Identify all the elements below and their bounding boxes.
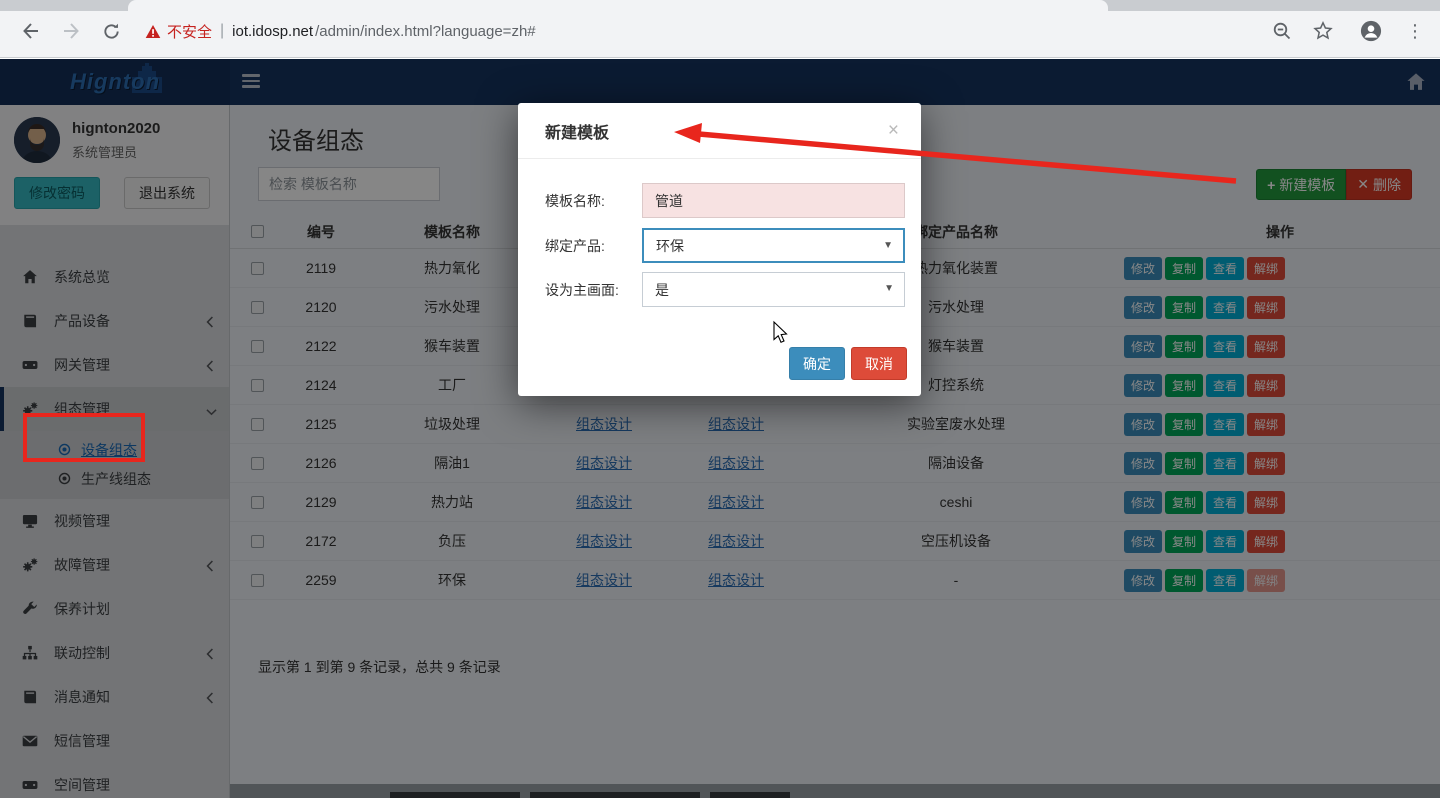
template-name-input[interactable] bbox=[642, 183, 905, 218]
caret-down-icon: ▼ bbox=[883, 240, 893, 251]
cancel-button[interactable]: 取消 bbox=[851, 347, 907, 380]
url-path: /admin/index.html?language=zh# bbox=[315, 23, 536, 40]
profile-avatar-icon[interactable] bbox=[1360, 20, 1382, 42]
insecure-warning[interactable]: 不安全 bbox=[145, 21, 212, 42]
browser-back-icon[interactable] bbox=[20, 20, 42, 42]
main-screen-label: 设为主画面: bbox=[545, 280, 619, 300]
url-host: iot.idosp.net bbox=[232, 23, 313, 40]
modal-close-icon[interactable]: × bbox=[888, 121, 899, 140]
new-template-modal: 新建模板 × 模板名称: 绑定产品: 环保 ▼ 设为主画面: 是 ▼ 确定 取消 bbox=[518, 103, 921, 396]
warning-triangle-icon bbox=[145, 24, 161, 39]
insecure-label: 不安全 bbox=[167, 21, 212, 42]
browser-forward-icon[interactable] bbox=[60, 20, 82, 42]
url-separator: | bbox=[220, 22, 224, 40]
zoom-indicator-icon[interactable] bbox=[1271, 20, 1293, 42]
bind-product-select[interactable]: 环保 ▼ bbox=[642, 228, 905, 263]
template-name-label: 模板名称: bbox=[545, 191, 605, 211]
browser-toolbar: 不安全 | iot.idosp.net/admin/index.html?lan… bbox=[0, 0, 1440, 58]
main-screen-select[interactable]: 是 ▼ bbox=[642, 272, 905, 307]
caret-down-icon: ▼ bbox=[884, 283, 894, 294]
browser-active-tab[interactable] bbox=[128, 0, 1108, 11]
bind-product-label: 绑定产品: bbox=[545, 236, 605, 256]
confirm-button[interactable]: 确定 bbox=[789, 347, 845, 380]
bookmark-star-icon[interactable] bbox=[1312, 20, 1334, 42]
modal-title: 新建模板 bbox=[545, 119, 609, 143]
address-bar[interactable]: 不安全 | iot.idosp.net/admin/index.html?lan… bbox=[145, 18, 536, 44]
browser-reload-icon[interactable] bbox=[100, 20, 122, 42]
browser-menu-dots-icon[interactable]: ⋮ bbox=[1404, 20, 1426, 42]
